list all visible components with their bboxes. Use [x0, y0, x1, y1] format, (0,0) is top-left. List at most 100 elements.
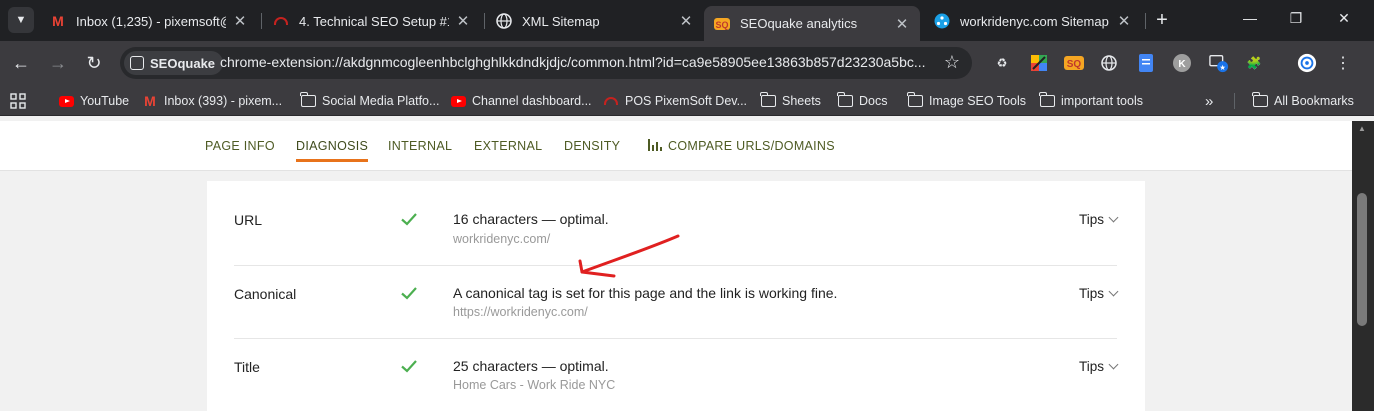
youtube-icon: [58, 94, 74, 108]
chevron-down-icon: [1108, 212, 1119, 223]
close-tab-icon[interactable]: ✕: [455, 12, 471, 30]
tab-compare-urls-domains[interactable]: COMPARE URLS/DOMAINS: [648, 139, 835, 153]
bookmark-youtube[interactable]: YouTube: [58, 92, 129, 110]
tips-toggle[interactable]: Tips: [1078, 359, 1119, 374]
bookmark-label: Sheets: [782, 94, 821, 108]
tips-toggle[interactable]: Tips: [1079, 212, 1119, 227]
gmail-icon: M: [52, 13, 64, 29]
bookmark-star-icon[interactable]: ☆: [944, 52, 960, 73]
tab-xml-sitemap[interactable]: XML Sitemap ✕: [486, 6, 704, 36]
seoquake-icon: SQ: [714, 16, 730, 32]
address-bar[interactable]: SEOquake chrome-extension://akdgnmcoglee…: [120, 47, 972, 79]
tab-search-button[interactable]: ▼: [8, 7, 34, 33]
globe-extension-icon[interactable]: [1099, 53, 1119, 73]
bookmark-label: YouTube: [80, 94, 130, 108]
svg-text:SQ: SQ: [715, 20, 728, 30]
bookmark-channel-dashboard[interactable]: Channel dashboard...: [450, 92, 592, 110]
seoquake-ext-label: SQ: [1067, 59, 1082, 70]
tips-label: Tips: [1078, 286, 1104, 301]
screen-capture-extension-icon[interactable]: ★: [1209, 53, 1229, 73]
url-text[interactable]: chrome-extension://akdgnmcogleenhbclghgh…: [220, 54, 940, 70]
arc-logo-icon: [273, 13, 289, 29]
tab-diagnosis[interactable]: DIAGNOSIS: [296, 139, 369, 162]
arc-logo-icon: [603, 94, 619, 108]
scroll-up-arrow-icon[interactable]: ▲: [1358, 124, 1366, 133]
site-info-chip[interactable]: SEOquake: [124, 51, 224, 75]
page-scrollbar[interactable]: ▲: [1352, 121, 1374, 411]
tab-seoquake-analytics[interactable]: SQ SEOquake analytics ✕: [704, 6, 920, 41]
chrome-menu-icon[interactable]: ⋮: [1333, 53, 1353, 73]
row-message: 16 characters — optimal.: [453, 211, 609, 227]
gmail-icon: M: [144, 93, 156, 109]
tab-density[interactable]: DENSITY: [564, 139, 620, 153]
extension-page-icon: [130, 56, 144, 70]
close-tab-icon[interactable]: ✕: [1116, 12, 1132, 30]
forward-arrow-icon[interactable]: →: [47, 52, 69, 74]
tab-gmail[interactable]: M Inbox (1,235) - pixemsoft@g ✕: [40, 6, 258, 36]
reload-icon[interactable]: ↻: [83, 52, 105, 74]
close-tab-icon[interactable]: ✕: [232, 12, 248, 30]
tab-technical-seo[interactable]: 4. Technical SEO Setup #128 ✕: [263, 6, 481, 36]
all-bookmarks-folder[interactable]: All Bookmarks: [1252, 92, 1354, 110]
bookmark-pos-pixemsoft[interactable]: POS PixemSoft Dev...: [603, 92, 747, 110]
close-tab-icon[interactable]: ✕: [678, 12, 694, 30]
check-icon: [401, 360, 417, 373]
tab-title: workridenyc.com Sitemap De: [960, 13, 1110, 29]
bookmark-label: Image SEO Tools: [929, 94, 1027, 108]
extensions-puzzle-icon[interactable]: 🧩: [1244, 53, 1264, 73]
apps-grid-icon[interactable]: [10, 92, 26, 110]
bookmark-label: important tools: [1061, 94, 1143, 108]
bookmark-inbox[interactable]: M Inbox (393) - pixem...: [142, 92, 282, 110]
report-tabs: PAGE INFO DIAGNOSIS INTERNAL EXTERNAL DE…: [0, 121, 1352, 171]
profile-avatar[interactable]: [1297, 53, 1317, 73]
bookmark-label: Inbox (393) - pixem...: [164, 94, 283, 108]
bookmark-social-media-folder[interactable]: Social Media Platfo...: [300, 92, 439, 110]
all-bookmarks-label: All Bookmarks: [1274, 94, 1354, 108]
tab-title: XML Sitemap: [522, 13, 600, 29]
check-icon: [401, 213, 417, 226]
chevron-down-icon: ▼: [15, 14, 27, 26]
chevron-down-icon: [1108, 359, 1119, 370]
row-detail: workridenyc.com/: [453, 232, 551, 246]
new-tab-plus-icon[interactable]: +: [1152, 9, 1172, 31]
bookmark-important-tools-folder[interactable]: important tools: [1039, 92, 1143, 110]
tab-title: SEOquake analytics: [740, 16, 858, 31]
more-bookmarks-chevron-icon[interactable]: »: [1205, 92, 1213, 110]
back-arrow-icon[interactable]: ←: [10, 52, 32, 74]
tab-internal[interactable]: INTERNAL: [388, 139, 452, 153]
svg-text:★: ★: [1219, 63, 1226, 72]
tab-divider: [1145, 13, 1146, 29]
tab-external[interactable]: EXTERNAL: [474, 139, 542, 153]
compare-label: COMPARE URLS/DOMAINS: [668, 139, 835, 153]
scrollbar-thumb[interactable]: [1357, 193, 1367, 326]
close-tab-icon[interactable]: ✕: [894, 15, 910, 33]
row-message: A canonical tag is set for this page and…: [453, 285, 838, 301]
profile-k-extension-icon[interactable]: K: [1172, 53, 1192, 73]
bookmark-docs-folder[interactable]: Docs: [837, 92, 887, 110]
tab-title: 4. Technical SEO Setup #128: [299, 13, 449, 29]
row-detail: Home Cars - Work Ride NYC: [453, 378, 616, 392]
color-picker-extension-icon[interactable]: [1029, 53, 1049, 73]
minimize-icon[interactable]: —: [1240, 10, 1260, 26]
row-label: URL: [234, 212, 263, 228]
tips-toggle[interactable]: Tips: [1078, 286, 1119, 301]
seoquake-page: PAGE INFO DIAGNOSIS INTERNAL EXTERNAL DE…: [0, 121, 1352, 411]
tips-label: Tips: [1078, 359, 1104, 374]
recycle-extension-icon[interactable]: ♻: [992, 53, 1012, 73]
bookmarks-bar: YouTube M Inbox (393) - pixem... Social …: [0, 86, 1374, 116]
close-window-icon[interactable]: ✕: [1334, 10, 1354, 27]
seoquake-extension-icon[interactable]: SQ: [1064, 53, 1084, 73]
row-label: Canonical: [234, 286, 297, 302]
tab-page-info[interactable]: PAGE INFO: [205, 139, 275, 153]
docs-extension-icon[interactable]: [1136, 53, 1156, 73]
bookmark-label: Social Media Platfo...: [322, 94, 440, 108]
check-icon: [401, 287, 417, 300]
folder-icon: [1252, 92, 1268, 108]
tab-workridenyc-sitemap[interactable]: workridenyc.com Sitemap De ✕: [924, 6, 1142, 36]
row-message: 25 characters — optimal.: [453, 358, 609, 374]
restore-icon[interactable]: ❐: [1286, 10, 1306, 27]
bookmark-label: Channel dashboard...: [472, 94, 592, 108]
globe-icon: [496, 13, 512, 29]
bookmark-sheets-folder[interactable]: Sheets: [760, 92, 821, 110]
bookmark-image-seo-tools-folder[interactable]: Image SEO Tools: [907, 92, 1026, 110]
